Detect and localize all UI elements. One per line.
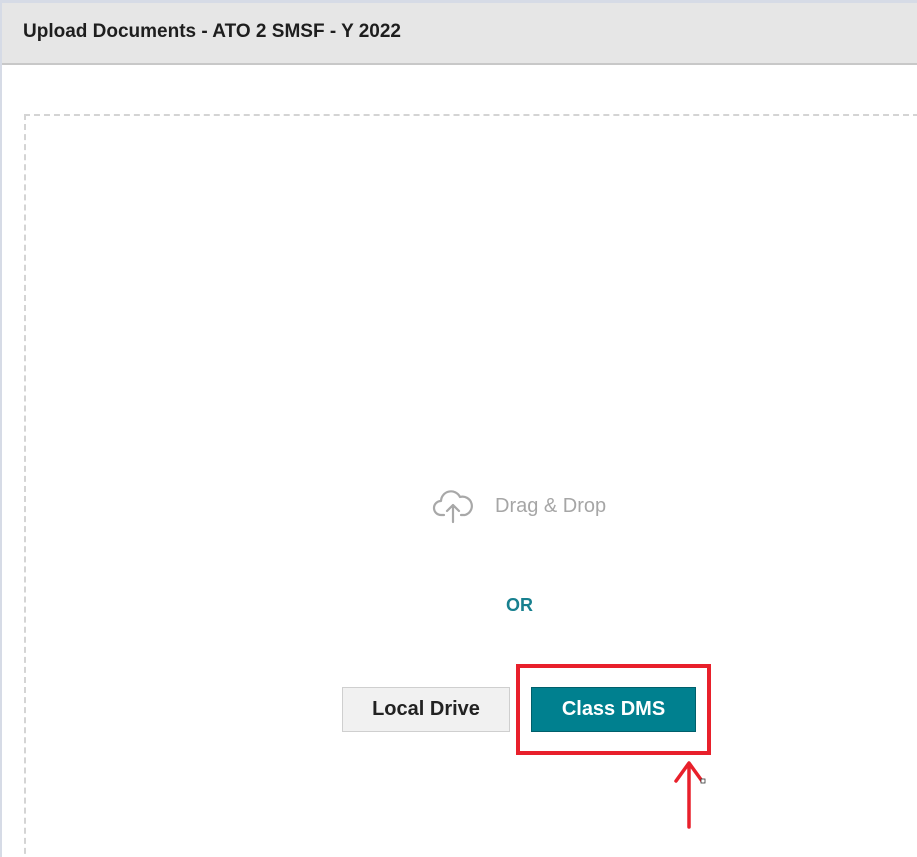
dialog-header: Upload Documents - ATO 2 SMSF - Y 2022 [2, 3, 917, 65]
drag-drop-prompt: Drag & Drop [432, 486, 606, 526]
or-separator: OR [506, 595, 533, 615]
drag-drop-label: Drag & Drop [495, 494, 607, 517]
upload-documents-dialog: Upload Documents - ATO 2 SMSF - Y 2022 D… [0, 0, 917, 857]
class-dms-button[interactable]: Class DMS [531, 687, 696, 732]
cloud-upload-icon [432, 490, 473, 524]
local-drive-button[interactable]: Local Drive [342, 687, 510, 732]
dialog-title: Upload Documents - ATO 2 SMSF - Y 2022 [23, 21, 401, 42]
